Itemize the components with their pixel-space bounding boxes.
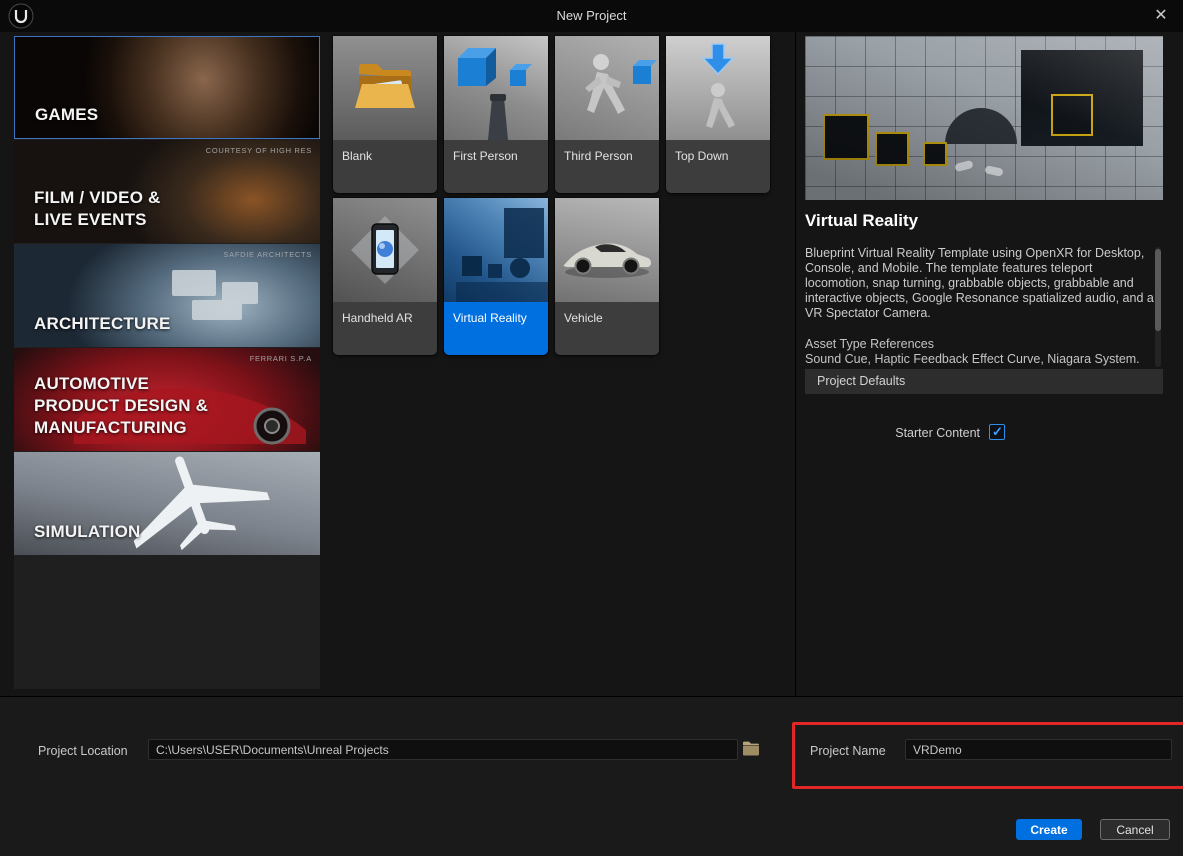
- category-games[interactable]: GAMES: [14, 36, 320, 139]
- project-location-label: Project Location: [38, 744, 128, 758]
- preview-doorway: [1021, 50, 1143, 146]
- category-architecture[interactable]: SAFDIE ARCHITECTS ARCHITECTURE: [14, 244, 320, 347]
- template-label: Blank: [333, 140, 437, 193]
- vr-controller-icon: [954, 160, 973, 172]
- folder-icon: [333, 36, 437, 140]
- category-label: ARCHITECTURE: [34, 313, 171, 335]
- preview-cube: [1051, 94, 1093, 136]
- first-person-thumbnail: [444, 36, 548, 140]
- cancel-button[interactable]: Cancel: [1100, 819, 1170, 840]
- template-label: Handheld AR: [333, 302, 437, 355]
- project-defaults-header[interactable]: Project Defaults: [805, 369, 1163, 394]
- template-virtual-reality[interactable]: Virtual Reality: [444, 198, 548, 355]
- template-third-person[interactable]: Third Person: [555, 36, 659, 193]
- category-automotive[interactable]: FERRARI S.P.A AUTOMOTIVE PRODUCT DESIGN …: [14, 348, 320, 451]
- top-down-thumbnail: [666, 36, 770, 140]
- third-person-thumbnail: [555, 36, 659, 140]
- phone-icon: [333, 198, 437, 302]
- category-label: GAMES: [35, 104, 98, 126]
- create-button[interactable]: Create: [1016, 819, 1082, 840]
- close-icon[interactable]: ✕: [1147, 0, 1175, 32]
- template-label: Third Person: [555, 140, 659, 193]
- template-handheld-ar[interactable]: Handheld AR: [333, 198, 437, 355]
- window-title: New Project: [0, 0, 1183, 32]
- starter-content-label: Starter Content: [805, 426, 980, 440]
- first-person-icon: [444, 36, 548, 140]
- template-label: Vehicle: [555, 302, 659, 355]
- mannequin-icon: [555, 36, 659, 140]
- preview-cube: [923, 142, 947, 166]
- vr-scene-icon: [444, 198, 548, 302]
- new-project-dialog: New Project ✕ GAMES COURTESY OF HIGH RES…: [0, 0, 1183, 856]
- category-credit: FERRARI S.P.A: [250, 354, 312, 363]
- category-credit: COURTESY OF HIGH RES: [206, 146, 312, 155]
- category-film-video-live-events[interactable]: COURTESY OF HIGH RES FILM / VIDEO & LIVE…: [14, 140, 320, 243]
- down-arrow-icon: [666, 36, 770, 140]
- category-label: AUTOMOTIVE PRODUCT DESIGN & MANUFACTURIN…: [34, 373, 208, 439]
- category-label: FILM / VIDEO & LIVE EVENTS: [34, 187, 161, 231]
- template-description: Blueprint Virtual Reality Template using…: [805, 246, 1157, 321]
- preview-dome: [945, 108, 1017, 144]
- details-scrollbar-thumb[interactable]: [1155, 249, 1161, 331]
- starter-content-checkbox[interactable]: [989, 424, 1005, 440]
- folder-icon: [741, 739, 761, 759]
- details-scrollbar[interactable]: [1155, 247, 1161, 367]
- template-blank[interactable]: Blank: [333, 36, 437, 193]
- category-simulation[interactable]: SIMULATION: [14, 452, 320, 555]
- preview-cube: [875, 132, 909, 166]
- template-label: Top Down: [666, 140, 770, 193]
- preview-cube: [823, 114, 869, 160]
- template-top-down[interactable]: Top Down: [666, 36, 770, 193]
- asset-type-references-list: Sound Cue, Haptic Feedback Effect Curve,…: [805, 352, 1157, 366]
- template-preview-image: [805, 36, 1163, 200]
- title-bar: New Project ✕: [0, 0, 1183, 32]
- vr-controller-icon: [984, 165, 1003, 177]
- project-name-label: Project Name: [810, 744, 886, 758]
- project-name-input[interactable]: [905, 739, 1172, 760]
- vehicle-thumbnail: [555, 198, 659, 302]
- virtual-reality-thumbnail: [444, 198, 548, 302]
- category-list: GAMES COURTESY OF HIGH RES FILM / VIDEO …: [14, 36, 320, 689]
- template-label: First Person: [444, 140, 548, 193]
- car-icon: [555, 198, 659, 302]
- template-vehicle[interactable]: Vehicle: [555, 198, 659, 355]
- template-label: Virtual Reality: [444, 302, 548, 355]
- asset-type-references-label: Asset Type References: [805, 337, 934, 351]
- template-first-person[interactable]: First Person: [444, 36, 548, 193]
- category-label: SIMULATION: [34, 521, 141, 543]
- handheld-ar-thumbnail: [333, 198, 437, 302]
- category-credit: SAFDIE ARCHITECTS: [223, 250, 312, 259]
- panel-divider: [795, 32, 796, 696]
- project-location-input[interactable]: [148, 739, 738, 760]
- browse-folder-button[interactable]: [741, 739, 761, 759]
- template-details-title: Virtual Reality: [805, 211, 918, 231]
- footer-bar: Project Location Project Name Create Can…: [0, 696, 1183, 856]
- blank-thumbnail: [333, 36, 437, 140]
